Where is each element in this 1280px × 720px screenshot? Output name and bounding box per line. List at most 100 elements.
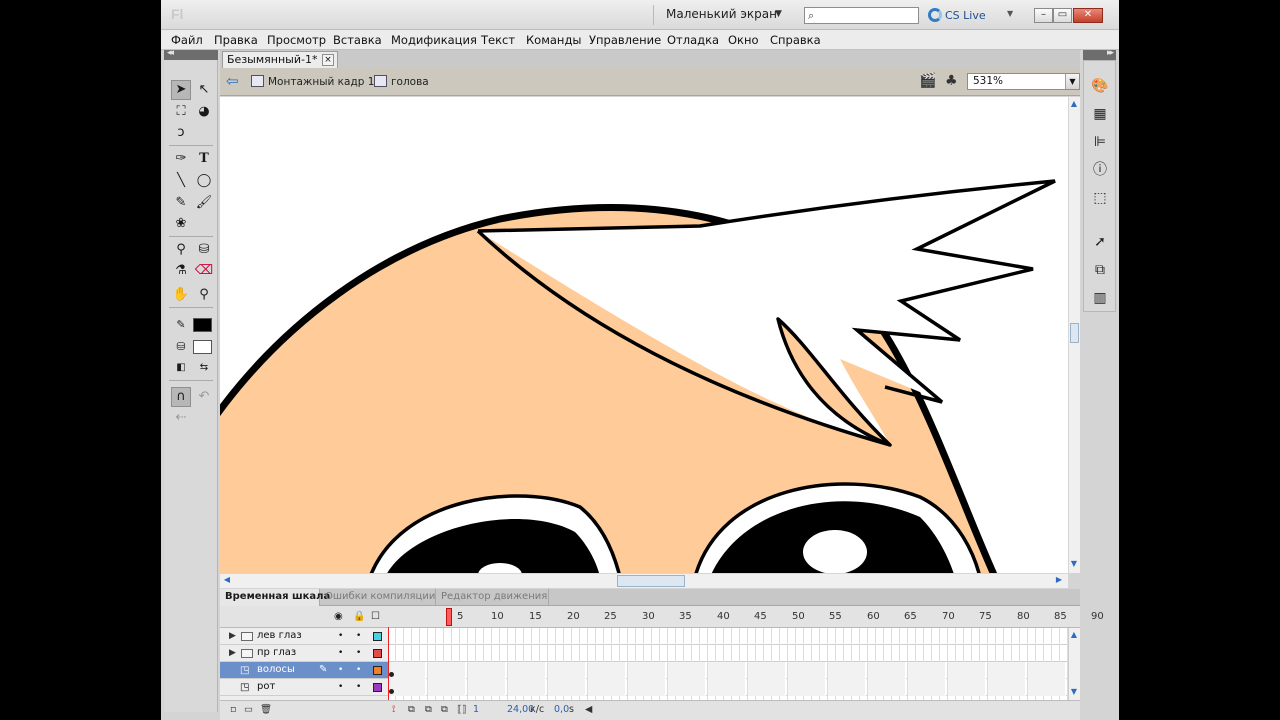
- stage-vertical-scrollbar[interactable]: ▲ ▼: [1068, 97, 1080, 573]
- layer-color-swatch[interactable]: [373, 683, 382, 692]
- lock-dot[interactable]: •: [356, 682, 361, 692]
- new-layer-icon[interactable]: ▫: [230, 704, 236, 715]
- layer-row-hair[interactable]: ◳ волосы ✎ • •: [220, 662, 388, 679]
- brush-tool-icon[interactable]: 🖌: [194, 193, 214, 213]
- menu-view[interactable]: Просмотр: [267, 33, 326, 47]
- cs-live-button[interactable]: CS Live: [945, 9, 986, 22]
- pencil-tool-icon[interactable]: ✎: [171, 193, 191, 213]
- lock-dot[interactable]: •: [356, 631, 361, 641]
- chevron-down-icon[interactable]: ▼: [775, 9, 782, 19]
- menu-file[interactable]: Файл: [171, 33, 203, 47]
- scroll-thumb[interactable]: [617, 575, 685, 587]
- components-icon[interactable]: ⧉: [1091, 261, 1109, 279]
- visibility-dot[interactable]: •: [338, 648, 343, 658]
- visibility-dot[interactable]: •: [338, 665, 343, 675]
- paint-bucket-tool-icon[interactable]: ⛁: [194, 240, 214, 260]
- lasso-tool-icon[interactable]: ↄ: [171, 123, 191, 143]
- transform-icon[interactable]: ⬚: [1091, 189, 1109, 207]
- straighten-icon[interactable]: ⇠: [171, 408, 191, 428]
- bone-tool-icon[interactable]: ⚲: [171, 240, 191, 260]
- scroll-left-icon[interactable]: ◀: [585, 704, 592, 715]
- library-icon[interactable]: ▥: [1091, 289, 1109, 307]
- keyframe[interactable]: [389, 689, 394, 694]
- snap-to-objects-icon[interactable]: ∩: [171, 387, 191, 407]
- zoom-select[interactable]: 531% ▼: [967, 73, 1080, 90]
- stage-canvas[interactable]: [220, 97, 1068, 573]
- cs-live-icon[interactable]: [928, 8, 942, 22]
- stroke-color-swatch[interactable]: [193, 318, 212, 332]
- menu-debug[interactable]: Отладка: [667, 33, 719, 47]
- workspace-switcher[interactable]: Маленький экран: [666, 7, 777, 21]
- chevron-down-icon[interactable]: ▼: [1065, 74, 1079, 89]
- edit-symbol-icon[interactable]: ♣: [945, 74, 958, 88]
- menu-text[interactable]: Текст: [481, 33, 515, 47]
- tools-collapse-strip[interactable]: ◂◂: [164, 48, 218, 60]
- menu-help[interactable]: Справка: [770, 33, 821, 47]
- scroll-thumb[interactable]: [1070, 323, 1079, 343]
- scroll-up-icon[interactable]: ▲: [1069, 99, 1079, 108]
- breadcrumb-symbol[interactable]: голова: [391, 76, 429, 88]
- 3d-rotation-tool-icon[interactable]: ◕: [194, 102, 214, 122]
- edit-multiple-frames-icon[interactable]: ⧉: [441, 704, 448, 715]
- onion-outline-icon[interactable]: ⧉: [425, 704, 432, 715]
- document-tab[interactable]: Безымянный-1* ×: [222, 51, 338, 68]
- swap-colors-icon[interactable]: ⇆: [194, 358, 214, 378]
- eye-icon[interactable]: ◉: [334, 611, 343, 622]
- keyframe[interactable]: [389, 672, 394, 677]
- layer-row-right-eye[interactable]: ▶ пр глаз • •: [220, 645, 388, 662]
- minimize-button[interactable]: –: [1034, 8, 1053, 23]
- layer-color-swatch[interactable]: [373, 649, 382, 658]
- tab-compiler-errors[interactable]: Ошибки компиляции: [320, 589, 436, 606]
- menu-insert[interactable]: Вставка: [333, 33, 382, 47]
- subselection-tool-icon[interactable]: ↖: [194, 80, 214, 100]
- layer-row-left-eye[interactable]: ▶ лев глаз • •: [220, 628, 388, 645]
- menu-control[interactable]: Управление: [589, 33, 661, 47]
- eyedropper-tool-icon[interactable]: ⚗: [171, 261, 191, 281]
- hand-tool-icon[interactable]: ✋: [171, 285, 191, 305]
- new-folder-icon[interactable]: ▭: [244, 704, 253, 715]
- help-search-input[interactable]: ⌕: [804, 7, 919, 24]
- stage-horizontal-scrollbar[interactable]: ◀ ▶: [220, 573, 1068, 588]
- back-arrow-icon[interactable]: ⇦: [226, 74, 239, 89]
- lock-icon[interactable]: 🔒: [353, 611, 365, 622]
- deco-tool-icon[interactable]: ❀: [171, 214, 191, 234]
- text-tool-icon[interactable]: T: [194, 149, 214, 169]
- close-tab-button[interactable]: ×: [322, 54, 334, 66]
- scroll-right-icon[interactable]: ▶: [1054, 575, 1064, 584]
- align-icon[interactable]: ⊫: [1091, 133, 1109, 151]
- fill-color-swatch[interactable]: [193, 340, 212, 354]
- tab-timeline[interactable]: Временная шкала: [220, 589, 330, 606]
- layer-row-mouth[interactable]: ◳ рот • •: [220, 679, 388, 696]
- zoom-tool-icon[interactable]: ⚲: [194, 285, 214, 305]
- edit-scene-icon[interactable]: 🎬: [919, 74, 936, 88]
- tab-motion-editor[interactable]: Редактор движения: [436, 589, 549, 606]
- menu-modify[interactable]: Модификация: [391, 33, 477, 47]
- delete-layer-icon[interactable]: 🗑: [260, 704, 272, 715]
- pen-tool-icon[interactable]: ✑: [171, 149, 191, 169]
- expand-triangle-icon[interactable]: ▶: [229, 631, 236, 641]
- free-transform-tool-icon[interactable]: ⛶: [171, 102, 191, 122]
- selection-tool-icon[interactable]: ➤: [171, 80, 191, 100]
- center-frame-icon[interactable]: ⟟: [392, 704, 396, 715]
- lock-dot[interactable]: •: [356, 648, 361, 658]
- close-button[interactable]: ✕: [1073, 8, 1103, 23]
- color-palette-icon[interactable]: 🎨: [1091, 77, 1109, 95]
- eraser-tool-icon[interactable]: ⌫: [194, 261, 214, 281]
- visibility-dot[interactable]: •: [338, 682, 343, 692]
- menu-edit[interactable]: Правка: [214, 33, 258, 47]
- scroll-left-icon[interactable]: ◀: [222, 575, 232, 584]
- info-icon[interactable]: ⓘ: [1091, 161, 1109, 179]
- smooth-icon[interactable]: ↶: [194, 387, 214, 407]
- onion-skin-icon[interactable]: ⧉: [408, 704, 415, 715]
- restore-button[interactable]: ▭: [1053, 8, 1072, 23]
- layer-color-swatch[interactable]: [373, 666, 382, 675]
- current-frame[interactable]: 1: [473, 704, 479, 715]
- scroll-down-icon[interactable]: ▼: [1069, 559, 1079, 568]
- visibility-dot[interactable]: •: [338, 631, 343, 641]
- panel-collapse-strip[interactable]: ▸▸: [1083, 48, 1116, 60]
- menu-commands[interactable]: Команды: [526, 33, 581, 47]
- onion-markers-icon[interactable]: ⟦⟧: [457, 704, 466, 715]
- black-white-icon[interactable]: ◧: [171, 358, 191, 378]
- timeline-scrollbar[interactable]: ▲ ▼: [1068, 628, 1080, 700]
- outline-icon[interactable]: ☐: [371, 611, 380, 622]
